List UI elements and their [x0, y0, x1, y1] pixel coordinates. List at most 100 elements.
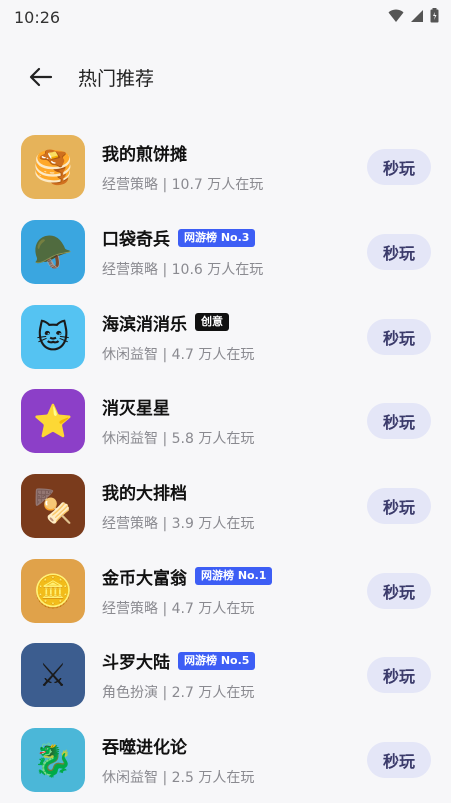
game-name-line: 斗罗大陆 网游榜 No.5 [102, 648, 367, 673]
game-name[interactable]: 消灭星星 [102, 394, 170, 419]
game-category: 休闲益智 [102, 346, 158, 363]
play-now-button[interactable]: 秒玩 [367, 149, 431, 186]
game-meta: 经营策略 | 3.9 万人在玩 [102, 513, 367, 533]
game-name-line: 口袋奇兵 网游榜 No.3 [102, 225, 367, 250]
game-icon[interactable]: ⚔ [21, 643, 85, 708]
game-category: 经营策略 [102, 262, 158, 279]
game-players: 10.7 万人在玩 [171, 177, 264, 194]
game-icon[interactable]: 🍢 [21, 474, 85, 539]
game-category: 经营策略 [102, 600, 158, 617]
meta-separator: | [158, 600, 172, 617]
game-players: 2.7 万人在玩 [171, 685, 255, 702]
play-now-button[interactable]: 秒玩 [367, 318, 431, 355]
game-info: 吞噬进化论休闲益智 | 2.5 万人在玩 [102, 733, 367, 787]
game-row[interactable]: 🥞 我的煎饼摊 经营策略 | 10.7 万人在玩 秒玩 [0, 125, 451, 210]
game-meta: 休闲益智 | 5.8 万人在玩 [102, 428, 367, 448]
game-icon-glyph: ⭐ [33, 402, 73, 441]
game-row[interactable]: 🪙 金币大富翁 网游榜 No.1 经营策略 | 4.7 万人在玩 秒玩 [0, 548, 451, 633]
play-now-button[interactable]: 秒玩 [367, 403, 431, 440]
play-now-button[interactable]: 秒玩 [367, 657, 431, 694]
game-name[interactable]: 口袋奇兵 [102, 225, 170, 250]
game-players: 5.8 万人在玩 [171, 431, 255, 448]
page-title: 热门推荐 [78, 67, 155, 90]
game-name-line: 金币大富翁 网游榜 No.1 [102, 564, 367, 589]
game-icon[interactable]: 🐉 [21, 728, 85, 793]
game-info: 消灭星星休闲益智 | 5.8 万人在玩 [102, 394, 367, 448]
game-category: 经营策略 [102, 516, 158, 533]
game-name[interactable]: 我的煎饼摊 [102, 140, 187, 165]
game-icon-glyph: 🪙 [33, 571, 73, 610]
status-bar: 10:26 [0, 0, 451, 34]
meta-separator: | [158, 685, 172, 702]
game-players: 3.9 万人在玩 [171, 516, 255, 533]
game-row[interactable]: 🐱 海滨消消乐 创意 休闲益智 | 4.7 万人在玩 秒玩 [0, 294, 451, 379]
game-info: 斗罗大陆 网游榜 No.5 角色扮演 | 2.7 万人在玩 [102, 648, 367, 702]
game-icon-glyph: 🪖 [33, 233, 73, 272]
rank-badge: 网游榜 No.5 [178, 651, 256, 670]
game-name[interactable]: 吞噬进化论 [102, 733, 187, 758]
game-players: 10.6 万人在玩 [171, 262, 264, 279]
game-meta: 经营策略 | 4.7 万人在玩 [102, 598, 367, 618]
play-now-button[interactable]: 秒玩 [367, 742, 431, 779]
play-now-button[interactable]: 秒玩 [367, 488, 431, 525]
meta-separator: | [158, 770, 172, 787]
game-row[interactable]: ⭐ 消灭星星 休闲益智 | 5.8 万人在玩 秒玩 [0, 379, 451, 464]
back-button[interactable] [24, 60, 58, 94]
meta-separator: | [158, 262, 172, 279]
game-icon[interactable]: ⭐ [21, 389, 85, 454]
game-meta: 休闲益智 | 4.7 万人在玩 [102, 344, 367, 364]
game-icon[interactable]: 🪖 [21, 220, 85, 285]
game-icon[interactable]: 🪙 [21, 558, 85, 623]
game-icon-glyph: 🍢 [33, 487, 73, 526]
game-meta: 经营策略 | 10.7 万人在玩 [102, 174, 367, 194]
game-category: 经营策略 [102, 177, 158, 194]
meta-separator: | [158, 516, 172, 533]
status-icons [388, 7, 439, 27]
game-players: 4.7 万人在玩 [171, 600, 255, 617]
game-meta: 休闲益智 | 2.5 万人在玩 [102, 767, 367, 787]
rank-badge: 网游榜 No.3 [178, 228, 256, 247]
game-row[interactable]: ⚔ 斗罗大陆 网游榜 No.5 角色扮演 | 2.7 万人在玩 秒玩 [0, 633, 451, 718]
game-category: 休闲益智 [102, 431, 158, 448]
game-info: 我的大排档经营策略 | 3.9 万人在玩 [102, 479, 367, 533]
game-name[interactable]: 金币大富翁 [102, 564, 187, 589]
game-row[interactable]: 🐉 吞噬进化论 休闲益智 | 2.5 万人在玩 秒玩 [0, 718, 451, 803]
game-icon-glyph: ⚔ [38, 656, 68, 695]
game-icon-glyph: 🐉 [33, 741, 73, 780]
game-list: 🥞 我的煎饼摊 经营策略 | 10.7 万人在玩 秒玩 🪖 口袋奇兵 网游榜 No.3 经营策… [0, 125, 451, 803]
game-players: 2.5 万人在玩 [171, 770, 255, 787]
game-name-line: 海滨消消乐 创意 [102, 310, 367, 335]
rank-badge: 创意 [195, 313, 229, 332]
game-icon[interactable]: 🥞 [21, 135, 85, 200]
game-meta: 经营策略 | 10.6 万人在玩 [102, 259, 367, 279]
game-name[interactable]: 我的大排档 [102, 479, 187, 504]
game-name[interactable]: 海滨消消乐 [102, 310, 187, 335]
play-now-button[interactable]: 秒玩 [367, 234, 431, 271]
rank-badge: 网游榜 No.1 [195, 567, 273, 586]
game-name-line: 消灭星星 [102, 394, 367, 419]
game-name-line: 我的大排档 [102, 479, 367, 504]
game-category: 休闲益智 [102, 770, 158, 787]
header: 热门推荐 [0, 50, 451, 104]
battery-icon [430, 7, 439, 27]
meta-separator: | [158, 431, 172, 448]
game-info: 金币大富翁 网游榜 No.1 经营策略 | 4.7 万人在玩 [102, 564, 367, 618]
game-info: 我的煎饼摊经营策略 | 10.7 万人在玩 [102, 140, 367, 194]
game-name[interactable]: 斗罗大陆 [102, 648, 170, 673]
game-players: 4.7 万人在玩 [171, 346, 255, 363]
game-icon-glyph: 🐱 [36, 317, 70, 356]
game-category: 角色扮演 [102, 685, 158, 702]
signal-icon [410, 8, 424, 27]
game-row[interactable]: 🪖 口袋奇兵 网游榜 No.3 经营策略 | 10.6 万人在玩 秒玩 [0, 210, 451, 295]
status-time: 10:26 [14, 7, 61, 27]
back-arrow-icon [29, 67, 53, 87]
game-meta: 角色扮演 | 2.7 万人在玩 [102, 682, 367, 702]
meta-separator: | [158, 177, 172, 194]
game-info: 口袋奇兵 网游榜 No.3 经营策略 | 10.6 万人在玩 [102, 225, 367, 279]
game-icon[interactable]: 🐱 [21, 304, 85, 369]
play-now-button[interactable]: 秒玩 [367, 572, 431, 609]
game-info: 海滨消消乐 创意休闲益智 | 4.7 万人在玩 [102, 310, 367, 364]
game-row[interactable]: 🍢 我的大排档 经营策略 | 3.9 万人在玩 秒玩 [0, 464, 451, 549]
game-name-line: 我的煎饼摊 [102, 140, 367, 165]
meta-separator: | [158, 346, 172, 363]
